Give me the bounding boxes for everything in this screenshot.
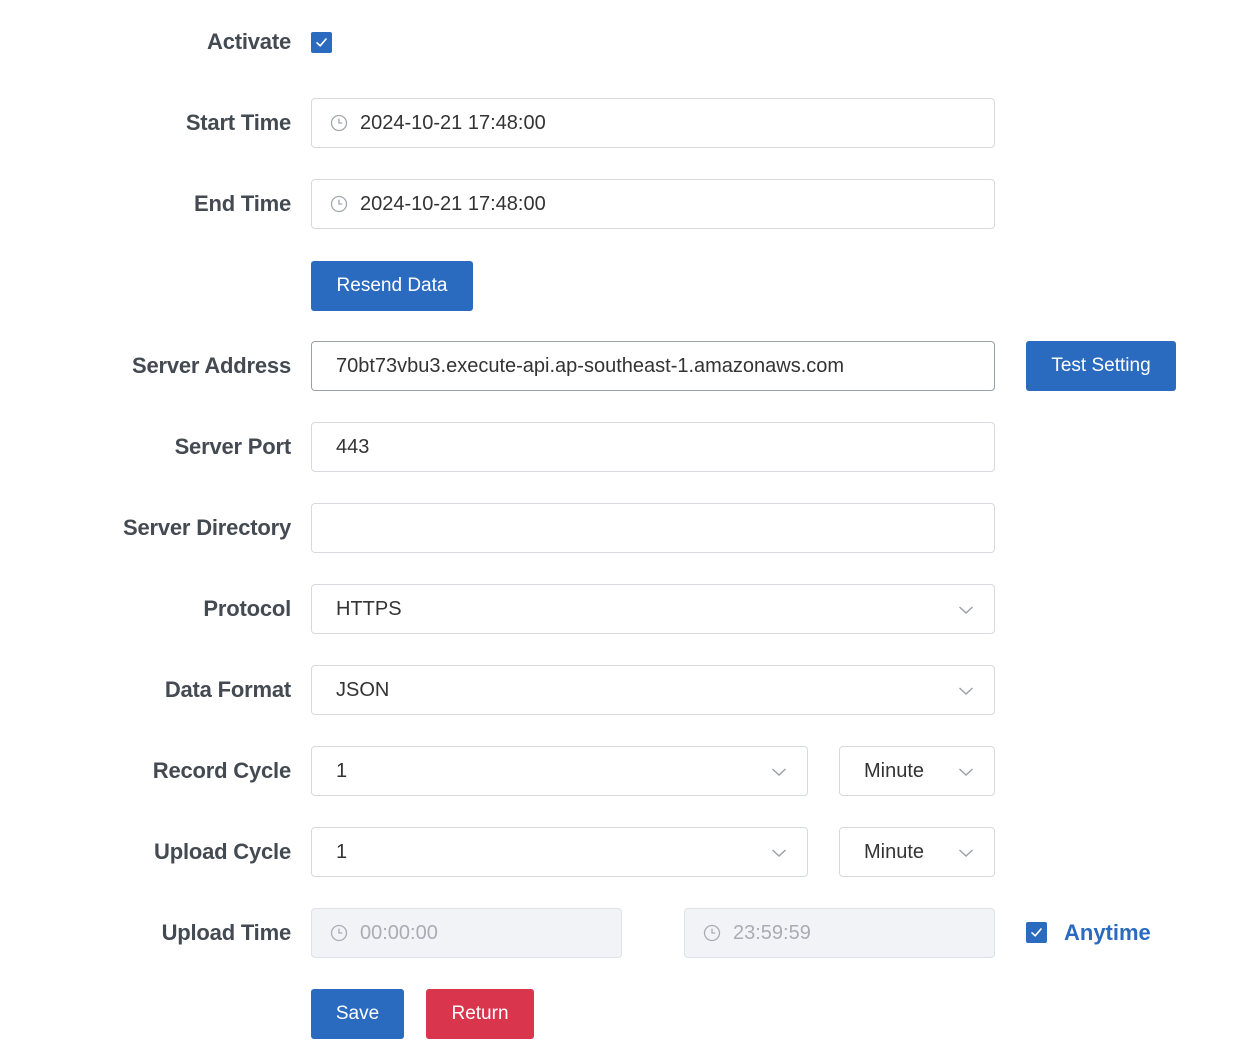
end-time-value: 2024-10-21 17:48:00 — [360, 192, 546, 215]
start-time-value: 2024-10-21 17:48:00 — [360, 111, 546, 134]
protocol-select[interactable]: HTTPS — [311, 584, 995, 634]
activate-checkbox[interactable] — [311, 32, 332, 53]
upload-time-row: Upload Time 00:00:00 23:59:59 Anytime — [0, 908, 1250, 958]
upload-time-start-input[interactable]: 00:00:00 — [311, 908, 622, 958]
record-cycle-unit-select[interactable]: Minute — [839, 746, 995, 796]
end-time-row: End Time 2024-10-21 17:48:00 — [0, 179, 1250, 229]
upload-time-end-value: 23:59:59 — [733, 921, 811, 944]
upload-cycle-value: 1 — [336, 840, 348, 863]
chevron-down-icon — [958, 683, 974, 699]
data-format-value: JSON — [336, 678, 390, 701]
server-directory-label: Server Directory — [122, 515, 291, 540]
record-cycle-value: 1 — [336, 759, 348, 782]
start-time-input[interactable]: 2024-10-21 17:48:00 — [311, 98, 995, 148]
server-port-label: Server Port — [174, 434, 292, 459]
anytime-label[interactable]: Anytime — [1064, 908, 1151, 958]
protocol-value: HTTPS — [336, 597, 402, 620]
return-button[interactable]: Return — [426, 989, 534, 1039]
server-address-value: 70bt73vbu3.execute-api.ap-southeast-1.am… — [336, 354, 845, 377]
clock-icon — [330, 195, 348, 213]
server-directory-input[interactable] — [311, 503, 995, 553]
activate-row: Activate — [0, 17, 1250, 67]
start-time-label: Start Time — [185, 110, 291, 135]
chevron-down-icon — [771, 845, 787, 861]
anytime-checkbox[interactable] — [1026, 922, 1047, 943]
test-setting-button[interactable]: Test Setting — [1026, 341, 1176, 391]
upload-time-start-value: 00:00:00 — [360, 921, 438, 944]
record-cycle-row: Record Cycle 1 Minute — [0, 746, 1250, 796]
resend-data-button[interactable]: Resend Data — [311, 261, 473, 311]
server-directory-row: Server Directory — [0, 503, 1250, 553]
data-format-select[interactable]: JSON — [311, 665, 995, 715]
data-format-label: Data Format — [164, 677, 291, 702]
protocol-row: Protocol HTTPS — [0, 584, 1250, 634]
clock-icon — [703, 924, 721, 942]
start-time-row: Start Time 2024-10-21 17:48:00 — [0, 98, 1250, 148]
checkmark-icon — [316, 38, 327, 47]
end-time-label: End Time — [193, 191, 291, 216]
record-cycle-select[interactable]: 1 — [311, 746, 808, 796]
checkmark-icon — [1031, 928, 1042, 937]
upload-cycle-row: Upload Cycle 1 Minute — [0, 827, 1250, 877]
upload-cycle-unit-select[interactable]: Minute — [839, 827, 995, 877]
chevron-down-icon — [958, 602, 974, 618]
protocol-label: Protocol — [203, 596, 291, 621]
upload-time-label: Upload Time — [161, 920, 292, 945]
chevron-down-icon — [771, 764, 787, 780]
activate-label: Activate — [207, 29, 291, 54]
upload-cycle-unit-value: Minute — [864, 840, 925, 863]
save-button[interactable]: Save — [311, 989, 404, 1039]
clock-icon — [330, 924, 348, 942]
end-time-input[interactable]: 2024-10-21 17:48:00 — [311, 179, 995, 229]
upload-cycle-label: Upload Cycle — [154, 839, 291, 864]
upload-cycle-select[interactable]: 1 — [311, 827, 808, 877]
clock-icon — [330, 114, 348, 132]
server-port-row: Server Port 443 — [0, 422, 1250, 472]
server-address-input[interactable]: 70bt73vbu3.execute-api.ap-southeast-1.am… — [311, 341, 995, 391]
chevron-down-icon — [958, 764, 974, 780]
record-cycle-label: Record Cycle — [152, 758, 291, 783]
server-port-input[interactable]: 443 — [311, 422, 995, 472]
chevron-down-icon — [958, 845, 974, 861]
server-port-value: 443 — [336, 435, 370, 458]
record-cycle-unit-value: Minute — [864, 759, 925, 782]
data-format-row: Data Format JSON — [0, 665, 1250, 715]
server-address-label: Server Address — [131, 353, 291, 378]
upload-time-end-input[interactable]: 23:59:59 — [684, 908, 995, 958]
server-address-row: Server Address 70bt73vbu3.execute-api.ap… — [0, 341, 1250, 391]
